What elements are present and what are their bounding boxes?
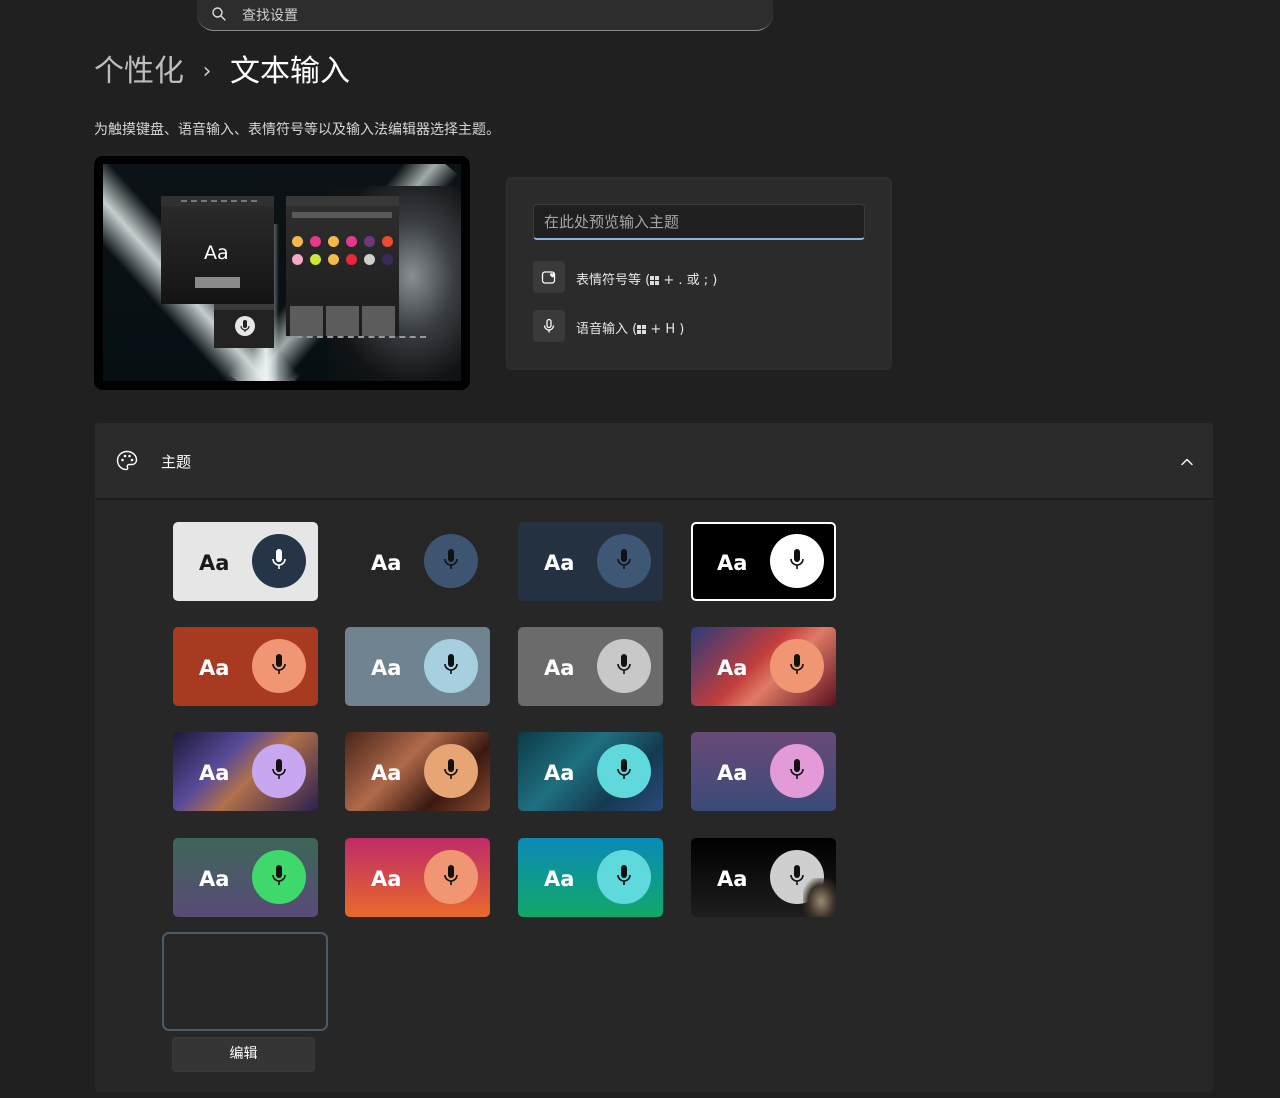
microphone-icon xyxy=(444,759,458,779)
microphone-icon xyxy=(272,549,286,569)
edit-theme-button[interactable]: 编辑 xyxy=(172,1037,315,1072)
theme-sample-text: Aa xyxy=(199,551,230,575)
theme-tile[interactable]: Aa xyxy=(691,732,836,811)
theme-mic-circle xyxy=(252,744,306,798)
custom-wallpaper-figure xyxy=(803,878,836,917)
breadcrumb: 个性化 › 文本输入 xyxy=(94,52,350,92)
theme-mic-circle xyxy=(770,639,824,693)
theme-sample-text: Aa xyxy=(199,867,230,891)
tablet-screen: Aa xyxy=(103,164,461,381)
breadcrumb-parent[interactable]: 个性化 xyxy=(94,54,184,89)
theme-tile[interactable]: Aa xyxy=(691,838,836,917)
emoji-button[interactable] xyxy=(533,261,565,293)
theme-sample-text: Aa xyxy=(717,761,748,785)
theme-mic-circle xyxy=(424,850,478,904)
theme-sample-text: Aa xyxy=(544,656,575,680)
page-description: 为触摸键盘、语音输入、表情符号等以及输入法编辑器选择主题。 xyxy=(94,122,500,138)
microphone-icon xyxy=(444,654,458,674)
breadcrumb-separator: › xyxy=(202,59,212,84)
page-title: 文本输入 xyxy=(230,54,350,89)
theme-mic-circle xyxy=(252,639,306,693)
theme-sample-text: Aa xyxy=(371,656,402,680)
theme-sample-text: Aa xyxy=(717,656,748,680)
theme-mic-circle xyxy=(252,850,306,904)
theme-tile[interactable]: Aa xyxy=(518,732,663,811)
theme-mic-circle xyxy=(597,850,651,904)
theme-mic-circle xyxy=(252,534,306,588)
theme-tile[interactable]: Aa xyxy=(691,627,836,706)
microphone-icon xyxy=(617,549,631,569)
tablet-preview-image: Aa xyxy=(94,156,470,390)
theme-mic-circle xyxy=(770,744,824,798)
theme-tile[interactable]: Aa xyxy=(173,838,318,917)
palette-icon xyxy=(116,450,138,471)
microphone-icon xyxy=(272,654,286,674)
microphone-icon xyxy=(240,320,250,332)
theme-mic-circle xyxy=(597,744,651,798)
preview-emoji-panel xyxy=(286,196,399,336)
search-icon xyxy=(212,7,226,21)
microphone-icon xyxy=(543,318,555,333)
microphone-icon xyxy=(790,654,804,674)
voice-typing-button[interactable] xyxy=(533,310,565,342)
theme-sample-text: Aa xyxy=(371,761,402,785)
emoji-shortcut-label: 表情符号等 ( + . 或 ; ) xyxy=(576,273,718,288)
theme-tile[interactable]: Aa xyxy=(345,522,490,601)
theme-sample-text: Aa xyxy=(544,761,575,785)
search-input[interactable]: 查找设置 xyxy=(242,5,298,25)
microphone-icon xyxy=(272,865,286,885)
input-preview-panel: 表情符号等 ( + . 或 ; ) 语音输入 ( + H ) xyxy=(506,177,892,370)
theme-tile[interactable]: Aa xyxy=(691,522,836,601)
theme-tile[interactable]: Aa xyxy=(345,838,490,917)
microphone-icon xyxy=(617,654,631,674)
theme-tile[interactable]: Aa xyxy=(173,627,318,706)
theme-mic-circle xyxy=(770,534,824,588)
themes-section-header[interactable]: 主题 xyxy=(95,423,1213,499)
theme-tile[interactable]: Aa xyxy=(518,838,663,917)
microphone-icon xyxy=(790,759,804,779)
theme-tile[interactable]: Aa xyxy=(173,522,318,601)
theme-sample-text: Aa xyxy=(199,656,230,680)
selected-theme-outline xyxy=(162,932,328,1031)
emoji-heart-icon xyxy=(541,271,556,284)
search-box[interactable]: 查找设置 xyxy=(197,0,773,31)
microphone-icon xyxy=(272,759,286,779)
preview-sample-text: Aa xyxy=(204,242,229,264)
theme-mic-circle xyxy=(424,639,478,693)
microphone-icon xyxy=(617,759,631,779)
theme-mic-circle xyxy=(424,744,478,798)
theme-sample-text: Aa xyxy=(199,761,230,785)
microphone-icon xyxy=(444,865,458,885)
theme-sample-text: Aa xyxy=(544,867,575,891)
microphone-icon xyxy=(790,549,804,569)
theme-sample-text: Aa xyxy=(544,551,575,575)
preview-keyboard-panel: Aa xyxy=(161,196,274,304)
theme-mic-circle xyxy=(597,534,651,588)
windows-key-icon xyxy=(637,325,647,334)
voice-shortcut-label: 语音输入 ( + H ) xyxy=(576,322,685,337)
theme-sample-text: Aa xyxy=(717,551,748,575)
theme-tile[interactable]: Aa xyxy=(518,522,663,601)
theme-tile[interactable]: Aa xyxy=(345,732,490,811)
theme-tile[interactable]: Aa xyxy=(173,732,318,811)
microphone-icon xyxy=(444,549,458,569)
preview-voice-panel xyxy=(214,304,274,348)
chevron-up-icon[interactable] xyxy=(1179,454,1195,470)
theme-sample-text: Aa xyxy=(371,551,402,575)
themes-title: 主题 xyxy=(161,453,192,471)
theme-mic-circle xyxy=(597,639,651,693)
windows-key-icon xyxy=(650,276,660,285)
theme-sample-text: Aa xyxy=(717,867,748,891)
theme-tile[interactable]: Aa xyxy=(345,627,490,706)
theme-sample-text: Aa xyxy=(371,867,402,891)
preview-input[interactable] xyxy=(533,204,865,240)
theme-mic-circle xyxy=(424,534,478,588)
theme-tile[interactable]: Aa xyxy=(518,627,663,706)
microphone-icon xyxy=(617,865,631,885)
